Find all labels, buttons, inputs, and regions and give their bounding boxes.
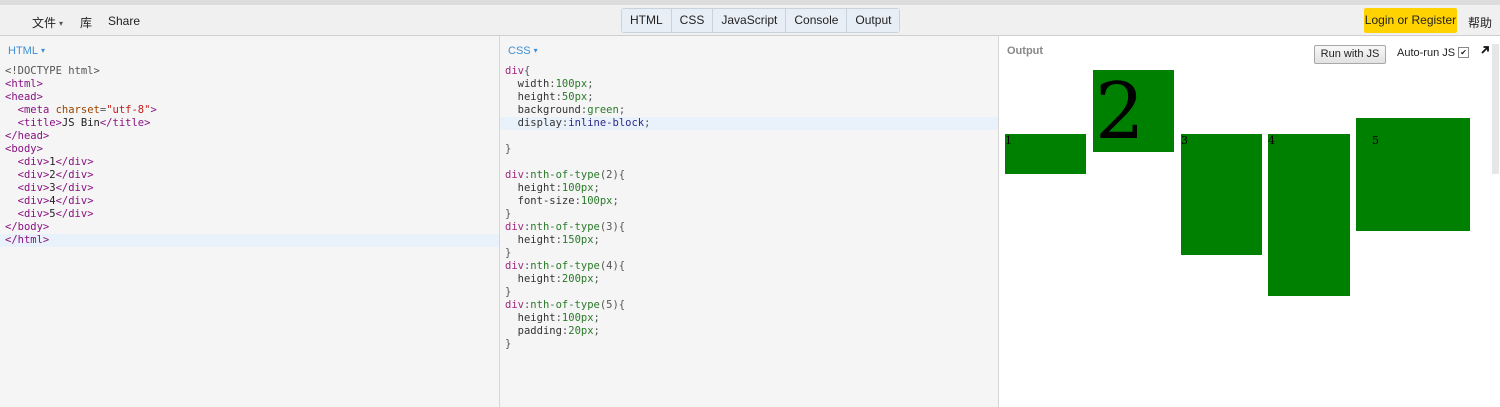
code-line: <meta charset="utf-8">	[17, 104, 157, 116]
code-line: }	[505, 208, 512, 220]
code-line-active: display:inline-block;	[500, 117, 998, 130]
css-code-editor[interactable]: div{ width:100px; height:50px; backgroun…	[500, 65, 998, 351]
code-line: width:100px;	[517, 78, 594, 90]
code-line: <!DOCTYPE html>	[5, 65, 100, 77]
code-line: padding:20px;	[517, 325, 600, 337]
code-line: background:green;	[517, 104, 626, 116]
output-box-3: 3	[1181, 134, 1262, 255]
code-line: <body>	[5, 143, 43, 155]
file-menu[interactable]: 文件 ▾	[32, 14, 63, 31]
output-box-4: 4	[1268, 134, 1350, 296]
html-panel-menu[interactable]: HTML ▾	[8, 45, 45, 57]
code-line-active: </html>	[0, 234, 499, 247]
output-panel-label: Output	[1007, 45, 1044, 57]
code-line: height:200px;	[517, 273, 600, 285]
code-line: div:nth-of-type(3){	[505, 221, 626, 233]
tab-css[interactable]: CSS	[671, 9, 714, 32]
output-scrollbar[interactable]	[1492, 44, 1499, 174]
code-line: }	[505, 247, 512, 259]
toolbar: 文件 ▾ 库 Share HTML CSS JavaScript Console …	[0, 0, 1500, 36]
css-panel-menu[interactable]: CSS ▾	[508, 45, 538, 57]
tab-javascript[interactable]: JavaScript	[713, 9, 787, 32]
help-link[interactable]: 帮助	[1468, 14, 1492, 31]
code-line: }	[505, 143, 512, 155]
output-box-label: 5	[1372, 134, 1379, 147]
code-line: <div>3</div>	[17, 182, 94, 194]
css-editor-panel: CSS ▾ div{ width:100px; height:50px; back…	[500, 36, 999, 407]
auto-run-toggle[interactable]: Auto-run JS ✔	[1397, 47, 1470, 59]
code-line: </body>	[5, 221, 50, 233]
code-line: <div>5</div>	[17, 208, 94, 220]
code-line: <title>JS Bin</title>	[17, 117, 151, 129]
share-menu[interactable]: Share	[108, 14, 140, 28]
auto-run-checkbox[interactable]: ✔	[1458, 47, 1470, 58]
caret-down-icon: ▾	[59, 19, 64, 28]
code-line: height:100px;	[517, 312, 600, 324]
code-line: height:50px;	[517, 91, 594, 103]
output-box-label: 4	[1268, 134, 1275, 147]
code-line: }	[505, 286, 512, 298]
code-line: <html>	[5, 78, 43, 90]
output-box-2: 2	[1093, 70, 1174, 152]
code-line: <div>4</div>	[17, 195, 94, 207]
login-register-button[interactable]: Login or Register	[1364, 8, 1457, 33]
html-panel-label: HTML	[8, 45, 38, 57]
code-line: </head>	[5, 130, 50, 142]
output-box-1: 1	[1005, 134, 1086, 174]
panel-toggle-group: HTML CSS JavaScript Console Output	[621, 8, 901, 33]
output-box-label: 2	[1095, 67, 1145, 157]
tab-html[interactable]: HTML	[622, 9, 672, 32]
code-line: <head>	[5, 91, 43, 103]
code-line: div{	[505, 65, 531, 77]
code-line: height:150px;	[517, 234, 600, 246]
output-box-label: 1	[1005, 134, 1012, 147]
output-panel: Output Run with JS Auto-run JS ✔ 1 2 3 4 …	[999, 36, 1500, 407]
code-line: div:nth-of-type(5){	[505, 299, 626, 311]
auto-run-label: Auto-run JS	[1397, 47, 1456, 59]
code-line: height:100px;	[517, 182, 600, 194]
expand-arrow-icon[interactable]	[1479, 44, 1491, 56]
code-line: <div>2</div>	[17, 169, 94, 181]
caret-down-icon: ▾	[40, 46, 45, 55]
caret-down-icon: ▾	[533, 46, 538, 55]
file-menu-label: 文件	[32, 16, 57, 30]
tab-output[interactable]: Output	[847, 9, 900, 32]
code-line: <div>1</div>	[17, 156, 94, 168]
css-panel-label: CSS	[508, 45, 531, 57]
html-code-editor[interactable]: <!DOCTYPE html> <html> <head> <meta char…	[0, 65, 499, 247]
output-box-label: 3	[1181, 134, 1188, 147]
code-line: div:nth-of-type(2){	[505, 169, 626, 181]
code-line: }	[505, 338, 512, 350]
library-menu[interactable]: 库	[80, 14, 92, 31]
output-box-5: 5	[1356, 118, 1470, 231]
tab-console[interactable]: Console	[786, 9, 848, 32]
code-line: font-size:100px;	[517, 195, 619, 207]
code-line: div:nth-of-type(4){	[505, 260, 626, 272]
html-editor-panel: HTML ▾ <!DOCTYPE html> <html> <head> <met…	[0, 36, 500, 407]
run-with-js-button[interactable]: Run with JS	[1314, 45, 1386, 64]
